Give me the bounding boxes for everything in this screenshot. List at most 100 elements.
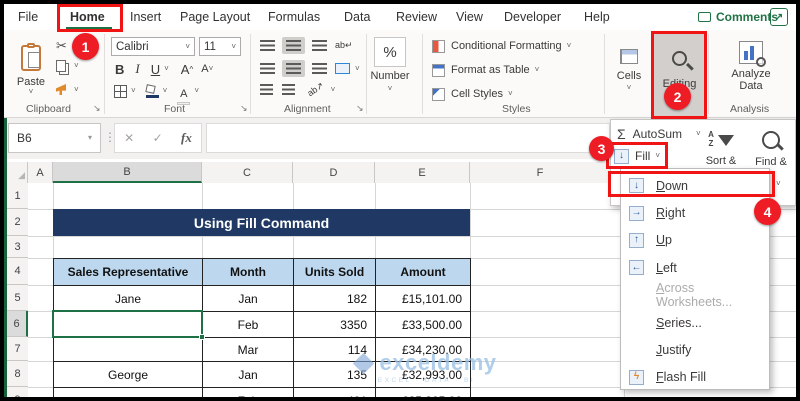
cells-button[interactable]: Cells ˅	[608, 36, 650, 104]
tab-page-layout[interactable]: Page Layout	[180, 10, 250, 24]
row-header-3[interactable]: 3	[7, 236, 28, 258]
sort-filter-button[interactable]: AZ Sort &	[698, 124, 744, 174]
percent-style-button[interactable]: %	[374, 37, 406, 67]
header-cell[interactable]: Amount	[375, 258, 471, 286]
cell-e6[interactable]: £33,500.00	[375, 311, 471, 338]
format-as-table-button[interactable]: Format as Table ˅	[432, 62, 539, 78]
row-header-9[interactable]: 9	[7, 387, 28, 397]
analyze-data-button[interactable]: Analyze Data	[716, 34, 786, 98]
cell-d7[interactable]: 114	[293, 337, 376, 362]
tab-help[interactable]: Help	[584, 10, 610, 24]
enter-icon[interactable]: ✓	[153, 131, 163, 145]
menu-item-up[interactable]: ↑ Up	[621, 227, 769, 254]
font-size-combo[interactable]: 11 ˅	[199, 37, 241, 56]
cancel-icon[interactable]: ✕	[124, 131, 134, 145]
col-header-d[interactable]: D	[293, 162, 375, 183]
top-align-button[interactable]	[260, 40, 275, 51]
cell-e9[interactable]: £25,205.00	[375, 387, 471, 397]
insert-function-icon[interactable]: fx	[181, 130, 192, 146]
cell-c9[interactable]: Feb	[202, 387, 294, 397]
fill-color-icon[interactable]	[144, 83, 159, 98]
header-cell[interactable]: Units Sold	[293, 258, 376, 286]
row-header-7[interactable]: 7	[7, 337, 28, 361]
underline-button[interactable]: U	[151, 62, 160, 77]
tab-data[interactable]: Data	[344, 10, 370, 24]
row-header-8[interactable]: 8	[7, 361, 28, 387]
header-cell[interactable]: Sales Representative	[53, 258, 203, 286]
find-select-chevron-icon[interactable]: ˅	[776, 180, 781, 188]
row-header-4[interactable]: 4	[7, 258, 28, 285]
cell-b5[interactable]: Jane	[53, 285, 203, 312]
col-header-e[interactable]: E	[375, 162, 470, 183]
conditional-formatting-button[interactable]: Conditional Formatting ˅	[432, 38, 571, 54]
cell-d8[interactable]: 135	[293, 361, 376, 388]
col-header-f[interactable]: F	[470, 162, 610, 183]
menu-item-right[interactable]: → Right	[621, 199, 769, 226]
bold-button[interactable]: B	[115, 62, 124, 77]
col-header-c[interactable]: C	[202, 162, 293, 183]
cell-e7[interactable]: £34,230.00	[375, 337, 471, 362]
cell-c8[interactable]: Jan	[202, 361, 294, 388]
row-header-6-selected[interactable]: 6	[7, 311, 28, 337]
row-header-5[interactable]: 5	[7, 285, 28, 311]
autosum-button[interactable]: Σ AutoSum ˅	[617, 125, 701, 143]
col-header-a[interactable]: A	[28, 162, 53, 183]
align-left-button[interactable]	[260, 63, 275, 74]
tab-formulas[interactable]: Formulas	[268, 10, 320, 24]
cell-e5[interactable]: £15,101.00	[375, 285, 471, 312]
number-group-button-label[interactable]: Number	[370, 70, 409, 82]
paste-button[interactable]: Paste ˅	[12, 36, 50, 104]
wrap-text-button[interactable]: ab↵	[335, 40, 353, 51]
font-name-combo[interactable]: Calibri ˅	[111, 37, 195, 56]
cell-styles-button[interactable]: Cell Styles ˅	[432, 86, 513, 102]
selected-cell-outline[interactable]	[52, 310, 205, 340]
alignment-dialog-launcher-icon[interactable]: ↘	[356, 103, 364, 114]
menu-item-left[interactable]: ← Left	[621, 254, 769, 281]
middle-align-button[interactable]	[282, 37, 305, 54]
bottom-align-button[interactable]	[312, 40, 327, 51]
merge-center-icon[interactable]	[335, 63, 350, 74]
cell-d9[interactable]: 401	[293, 387, 376, 397]
cell-c7[interactable]: Mar	[202, 337, 294, 362]
name-box[interactable]: B6 ▾	[8, 123, 101, 153]
tab-file[interactable]: File	[18, 10, 38, 24]
cell-d6[interactable]: 3350	[293, 311, 376, 338]
center-button[interactable]	[282, 60, 305, 77]
find-select-button[interactable]: Find &	[748, 124, 794, 174]
cell-b7[interactable]	[53, 337, 203, 362]
formula-input[interactable]	[206, 123, 610, 153]
comments-button[interactable]: Comments	[698, 8, 778, 26]
font-color-icon[interactable]: A	[177, 84, 191, 105]
cell-b9[interactable]	[53, 387, 203, 397]
share-icon[interactable]: ↗	[770, 8, 788, 26]
clipboard-dialog-launcher-icon[interactable]: ↘	[93, 103, 101, 114]
cell-d5[interactable]: 182	[293, 285, 376, 312]
row-header-1[interactable]: 1	[7, 183, 28, 209]
header-cell[interactable]: Month	[202, 258, 294, 286]
borders-icon[interactable]	[114, 84, 127, 98]
menu-item-series[interactable]: Series...	[621, 309, 769, 336]
name-box-dropdown-icon[interactable]: ▾	[88, 134, 92, 142]
grow-font-button[interactable]: A	[181, 62, 190, 77]
col-header-b[interactable]: B	[53, 162, 202, 183]
tab-developer[interactable]: Developer	[504, 10, 561, 24]
menu-item-justify[interactable]: Justify	[621, 336, 769, 363]
select-all-corner[interactable]: ◢	[7, 162, 28, 183]
fill-handle[interactable]	[199, 334, 205, 340]
tab-insert[interactable]: Insert	[130, 10, 161, 24]
shrink-font-button[interactable]: A	[201, 63, 208, 75]
decrease-indent-button[interactable]	[260, 84, 273, 95]
italic-button[interactable]: I	[135, 61, 139, 77]
increase-indent-button[interactable]	[282, 84, 295, 95]
cell-c6[interactable]: Feb	[202, 311, 294, 338]
align-right-button[interactable]	[312, 63, 327, 74]
tab-review[interactable]: Review	[396, 10, 437, 24]
row-header-2[interactable]: 2	[7, 209, 28, 236]
cell-c5[interactable]: Jan	[202, 285, 294, 312]
format-painter-icon[interactable]	[56, 84, 66, 95]
menu-item-flash-fill[interactable]: ϟ Flash Fill	[621, 364, 769, 391]
copy-icon[interactable]	[56, 60, 66, 72]
cell-b8[interactable]: George	[53, 361, 203, 388]
cell-e8[interactable]: £32,993.00	[375, 361, 471, 388]
font-dialog-launcher-icon[interactable]: ↘	[240, 103, 248, 114]
